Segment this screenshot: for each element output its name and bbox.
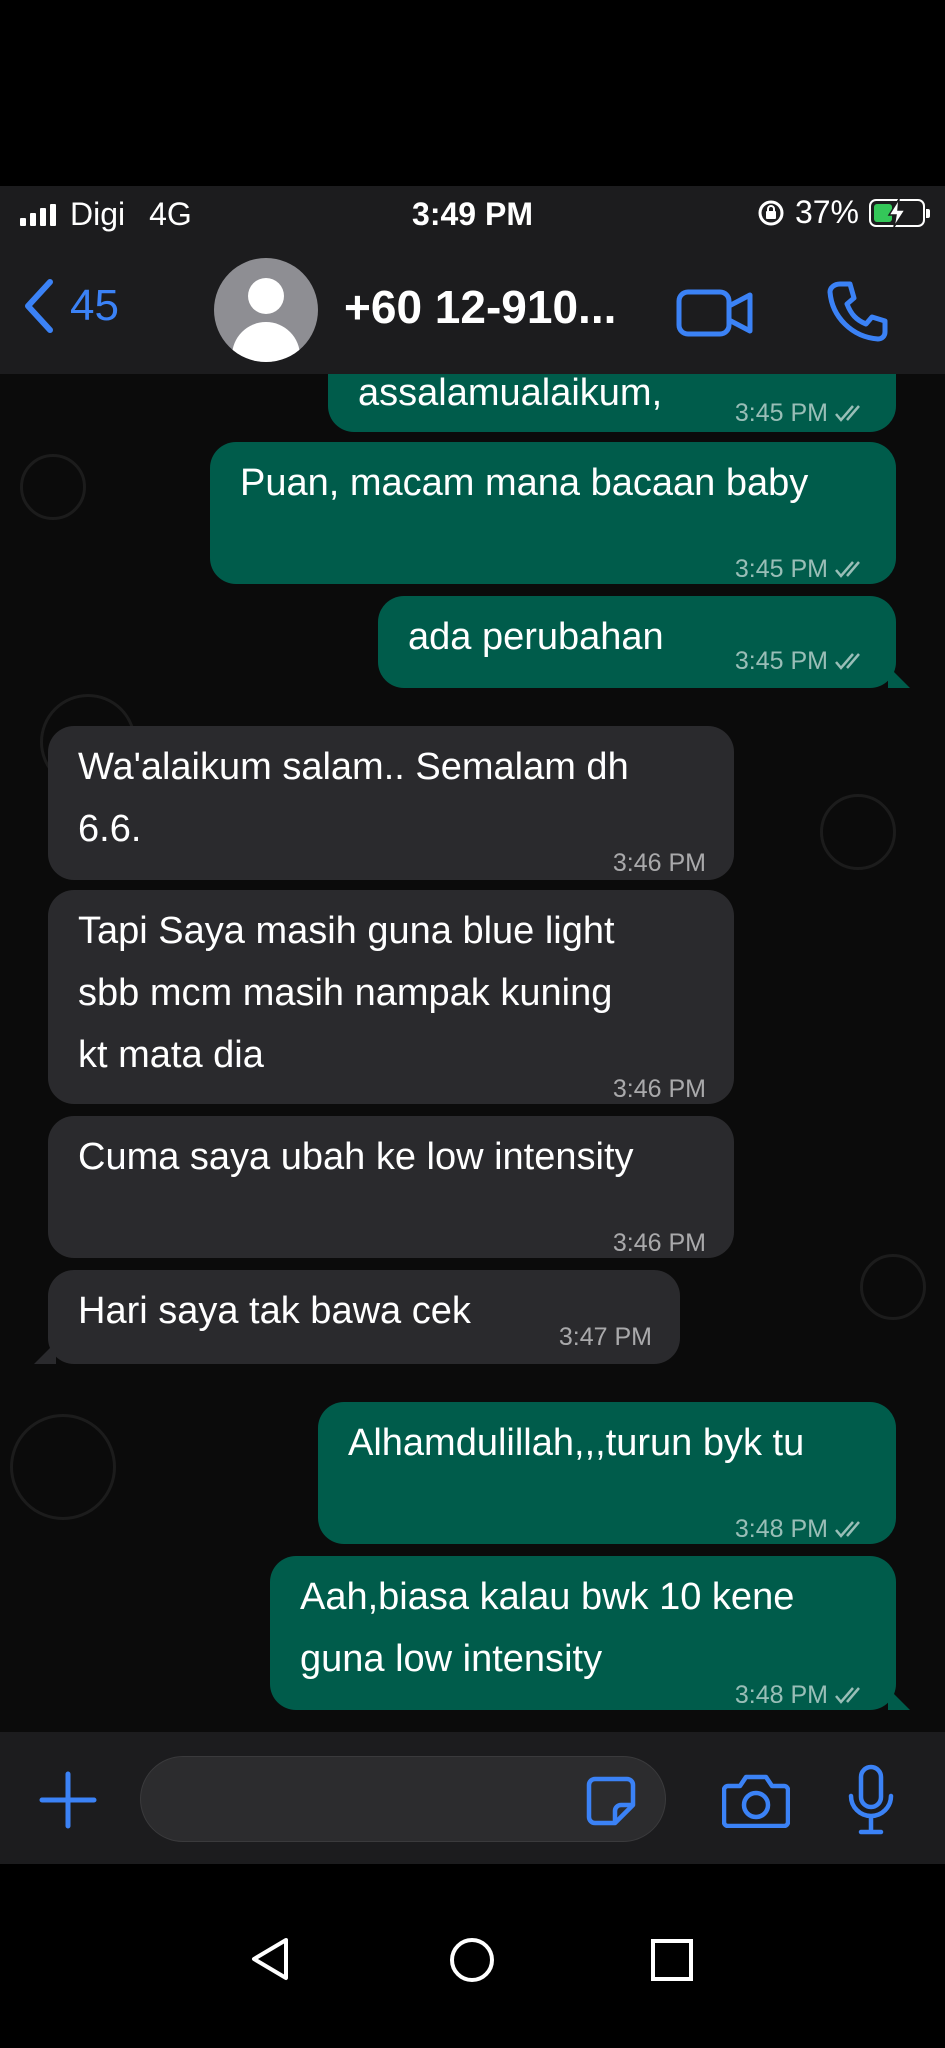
message-outgoing[interactable]: Puan, macam mana bacaan baby 3:45 PM (210, 442, 896, 584)
message-incoming[interactable]: Tapi Saya masih guna blue light sbb mcm … (48, 890, 734, 1104)
message-time: 3:45 PM (734, 555, 828, 583)
status-bar: Digi 4G 3:49 PM 37% (0, 186, 945, 244)
microphone-icon[interactable] (846, 1764, 896, 1836)
back-button[interactable]: 45 (22, 278, 119, 334)
message-time: 3:46 PM (612, 849, 706, 877)
message-text: Tapi Saya masih guna blue light sbb mcm … (78, 910, 615, 1076)
double-check-icon (835, 1521, 860, 1538)
message-text: Aah,biasa kalau bwk 10 kene guna low int… (300, 1576, 795, 1680)
message-time: 3:48 PM (734, 1515, 828, 1543)
message-time: 3:48 PM (734, 1681, 828, 1709)
message-text: Alhamdulillah,,,turun byk tu (348, 1422, 805, 1464)
message-incoming[interactable]: Wa'alaikum salam.. Semalam dh 6.6. 3:46 … (48, 726, 734, 880)
message-time: 3:46 PM (612, 1229, 706, 1257)
double-check-icon (835, 405, 860, 422)
message-incoming[interactable]: Cuma saya ubah ke low intensity 3:46 PM (48, 1116, 734, 1258)
chevron-left-icon (25, 279, 53, 333)
message-text: Wa'alaikum salam.. Semalam dh 6.6. (78, 746, 629, 850)
orientation-lock-icon (758, 200, 784, 225)
message-input-bar (0, 1732, 945, 1864)
system-nav-bar (0, 1864, 945, 2048)
message-text: ada perubahan (408, 616, 664, 658)
status-right: 37% (757, 194, 930, 231)
chat-area[interactable]: assalamualaikum, 3:45 PM Puan, macam man… (0, 374, 945, 1732)
camera-icon[interactable] (722, 1772, 790, 1828)
unread-count: 45 (70, 281, 119, 330)
message-text: Puan, macam mana bacaan baby (240, 462, 809, 504)
message-text: assalamualaikum, (358, 374, 663, 414)
message-outgoing[interactable]: Aah,biasa kalau bwk 10 kene guna low int… (270, 1556, 910, 1710)
plus-icon[interactable] (38, 1770, 98, 1830)
double-check-icon (835, 1687, 860, 1704)
nav-home-icon[interactable] (448, 1936, 496, 1984)
contact-name[interactable]: +60 12-910... (344, 280, 616, 334)
battery-icon (869, 198, 930, 227)
message-incoming[interactable]: Hari saya tak bawa cek 3:47 PM (34, 1270, 680, 1364)
message-text: Hari saya tak bawa cek (78, 1290, 471, 1332)
message-outgoing[interactable]: assalamualaikum, 3:45 PM (328, 374, 896, 432)
sticker-icon[interactable] (585, 1775, 637, 1827)
top-black-area (0, 0, 945, 186)
chat-header: 45 +60 12-910... (0, 244, 945, 375)
nav-recents-icon[interactable] (650, 1938, 694, 1982)
video-call-icon[interactable] (676, 288, 754, 338)
battery-percent: 37% (794, 194, 859, 230)
message-time: 3:45 PM (734, 399, 828, 427)
message-outgoing[interactable]: ada perubahan 3:45 PM (378, 596, 910, 688)
double-check-icon (835, 561, 860, 578)
nav-back-icon[interactable] (250, 1936, 290, 1982)
avatar[interactable] (214, 258, 318, 362)
message-input[interactable] (140, 1756, 666, 1842)
message-time: 3:45 PM (734, 647, 828, 675)
double-check-icon (835, 653, 860, 670)
message-time: 3:47 PM (558, 1323, 652, 1351)
message-outgoing[interactable]: Alhamdulillah,,,turun byk tu 3:48 PM (318, 1402, 896, 1544)
message-text: Cuma saya ubah ke low intensity (78, 1136, 634, 1178)
message-time: 3:46 PM (612, 1075, 706, 1103)
phone-icon[interactable] (826, 280, 888, 342)
